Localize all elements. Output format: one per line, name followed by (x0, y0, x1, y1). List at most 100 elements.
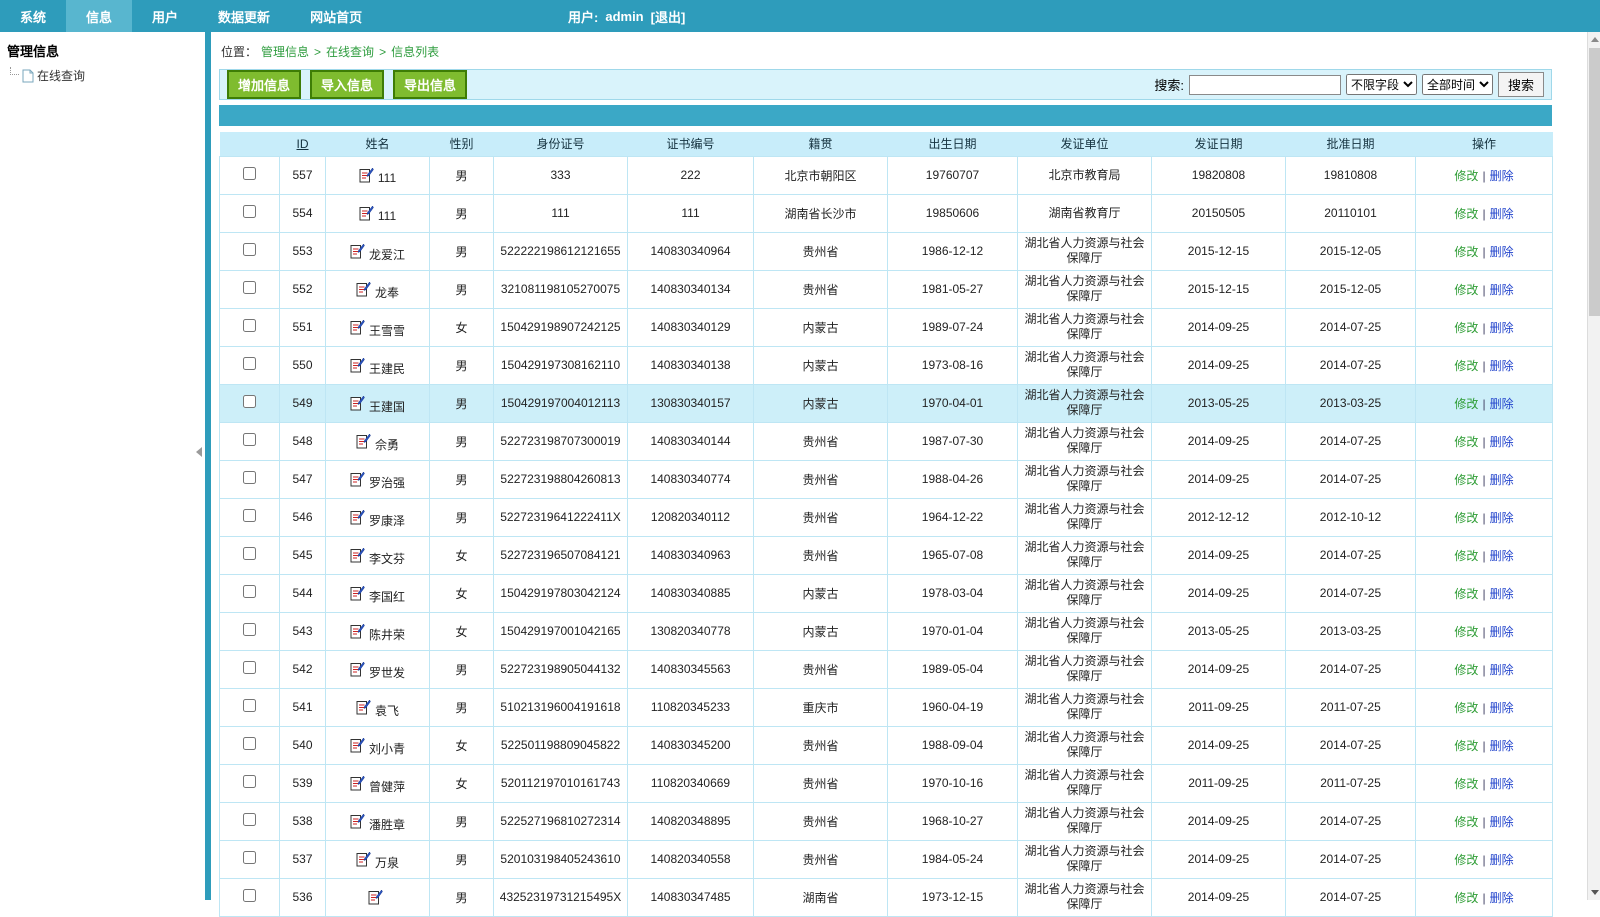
row-checkbox[interactable] (243, 243, 256, 256)
row-checkbox[interactable] (243, 889, 256, 902)
edit-link[interactable]: 修改 (1454, 207, 1478, 221)
edit-link[interactable]: 修改 (1454, 663, 1478, 677)
nav-tab-system[interactable]: 系统 (0, 0, 66, 32)
import-info-button[interactable]: 导入信息 (310, 70, 384, 99)
header-id-sort-link[interactable]: ID (297, 137, 309, 151)
row-checkbox[interactable] (243, 737, 256, 750)
scrollbar-down-arrow-icon[interactable] (1591, 890, 1599, 895)
delete-link[interactable]: 删除 (1490, 891, 1514, 905)
row-checkbox[interactable] (243, 319, 256, 332)
edit-note-icon[interactable] (350, 509, 365, 525)
add-info-button[interactable]: 增加信息 (227, 70, 301, 99)
edit-link[interactable]: 修改 (1454, 321, 1478, 335)
edit-link[interactable]: 修改 (1454, 359, 1478, 373)
edit-note-icon[interactable] (359, 167, 374, 183)
field-select[interactable]: 不限字段 (1346, 74, 1417, 95)
edit-link[interactable]: 修改 (1454, 473, 1478, 487)
delete-link[interactable]: 删除 (1490, 739, 1514, 753)
edit-note-icon[interactable] (350, 357, 365, 373)
row-checkbox[interactable] (243, 661, 256, 674)
edit-link[interactable]: 修改 (1454, 777, 1478, 791)
nav-tab-info[interactable]: 信息 (66, 0, 132, 32)
breadcrumb-link-0[interactable]: 管理信息 (261, 45, 309, 59)
row-checkbox[interactable] (243, 167, 256, 180)
edit-note-icon[interactable] (356, 433, 371, 449)
delete-link[interactable]: 删除 (1490, 511, 1514, 525)
row-checkbox[interactable] (243, 851, 256, 864)
edit-link[interactable]: 修改 (1454, 739, 1478, 753)
edit-note-icon[interactable] (350, 623, 365, 639)
export-info-button[interactable]: 导出信息 (393, 70, 467, 99)
edit-note-icon[interactable] (356, 699, 371, 715)
row-checkbox[interactable] (243, 281, 256, 294)
edit-link[interactable]: 修改 (1454, 245, 1478, 259)
nav-tab-data-update[interactable]: 数据更新 (198, 0, 290, 32)
edit-note-icon[interactable] (350, 775, 365, 791)
breadcrumb-link-2[interactable]: 信息列表 (391, 45, 439, 59)
delete-link[interactable]: 删除 (1490, 169, 1514, 183)
row-checkbox[interactable] (243, 585, 256, 598)
breadcrumb-link-1[interactable]: 在线查询 (326, 45, 374, 59)
time-select[interactable]: 全部时间 (1422, 74, 1493, 95)
edit-link[interactable]: 修改 (1454, 435, 1478, 449)
logout-link[interactable]: [退出] (651, 7, 686, 26)
edit-note-icon[interactable] (350, 395, 365, 411)
edit-link[interactable]: 修改 (1454, 549, 1478, 563)
row-checkbox[interactable] (243, 471, 256, 484)
edit-link[interactable]: 修改 (1454, 625, 1478, 639)
delete-link[interactable]: 删除 (1490, 321, 1514, 335)
row-checkbox[interactable] (243, 205, 256, 218)
edit-note-icon[interactable] (356, 851, 371, 867)
edit-link[interactable]: 修改 (1454, 169, 1478, 183)
edit-link[interactable]: 修改 (1454, 815, 1478, 829)
delete-link[interactable]: 删除 (1490, 701, 1514, 715)
edit-link[interactable]: 修改 (1454, 397, 1478, 411)
search-input[interactable] (1189, 75, 1341, 95)
edit-link[interactable]: 修改 (1454, 701, 1478, 715)
delete-link[interactable]: 删除 (1490, 473, 1514, 487)
vertical-scrollbar[interactable] (1587, 32, 1600, 900)
delete-link[interactable]: 删除 (1490, 283, 1514, 297)
collapse-left-arrow-icon[interactable] (196, 447, 202, 457)
edit-note-icon[interactable] (350, 319, 365, 335)
edit-link[interactable]: 修改 (1454, 511, 1478, 525)
edit-note-icon[interactable] (350, 471, 365, 487)
sidebar-item-online-query[interactable]: 在线查询 (7, 67, 205, 84)
row-checkbox[interactable] (243, 395, 256, 408)
search-button[interactable]: 搜索 (1498, 72, 1544, 97)
edit-link[interactable]: 修改 (1454, 853, 1478, 867)
delete-link[interactable]: 删除 (1490, 435, 1514, 449)
edit-note-icon[interactable] (368, 889, 383, 905)
nav-tab-users[interactable]: 用户 (132, 0, 198, 32)
row-checkbox[interactable] (243, 699, 256, 712)
delete-link[interactable]: 删除 (1490, 815, 1514, 829)
delete-link[interactable]: 删除 (1490, 245, 1514, 259)
scrollbar-thumb[interactable] (1589, 48, 1600, 316)
delete-link[interactable]: 删除 (1490, 853, 1514, 867)
edit-link[interactable]: 修改 (1454, 891, 1478, 905)
edit-note-icon[interactable] (356, 281, 371, 297)
row-checkbox[interactable] (243, 509, 256, 522)
row-checkbox[interactable] (243, 547, 256, 560)
delete-link[interactable]: 删除 (1490, 663, 1514, 677)
delete-link[interactable]: 删除 (1490, 587, 1514, 601)
delete-link[interactable]: 删除 (1490, 359, 1514, 373)
row-checkbox[interactable] (243, 433, 256, 446)
row-checkbox[interactable] (243, 623, 256, 636)
edit-note-icon[interactable] (350, 243, 365, 259)
edit-link[interactable]: 修改 (1454, 283, 1478, 297)
delete-link[interactable]: 删除 (1490, 549, 1514, 563)
row-checkbox[interactable] (243, 357, 256, 370)
delete-link[interactable]: 删除 (1490, 625, 1514, 639)
edit-note-icon[interactable] (359, 205, 374, 221)
edit-note-icon[interactable] (350, 661, 365, 677)
edit-note-icon[interactable] (350, 547, 365, 563)
row-checkbox[interactable] (243, 775, 256, 788)
delete-link[interactable]: 删除 (1490, 397, 1514, 411)
edit-link[interactable]: 修改 (1454, 587, 1478, 601)
edit-note-icon[interactable] (350, 737, 365, 753)
scrollbar-up-arrow-icon[interactable] (1591, 37, 1599, 42)
delete-link[interactable]: 删除 (1490, 207, 1514, 221)
nav-tab-site-home[interactable]: 网站首页 (290, 0, 382, 32)
row-checkbox[interactable] (243, 813, 256, 826)
